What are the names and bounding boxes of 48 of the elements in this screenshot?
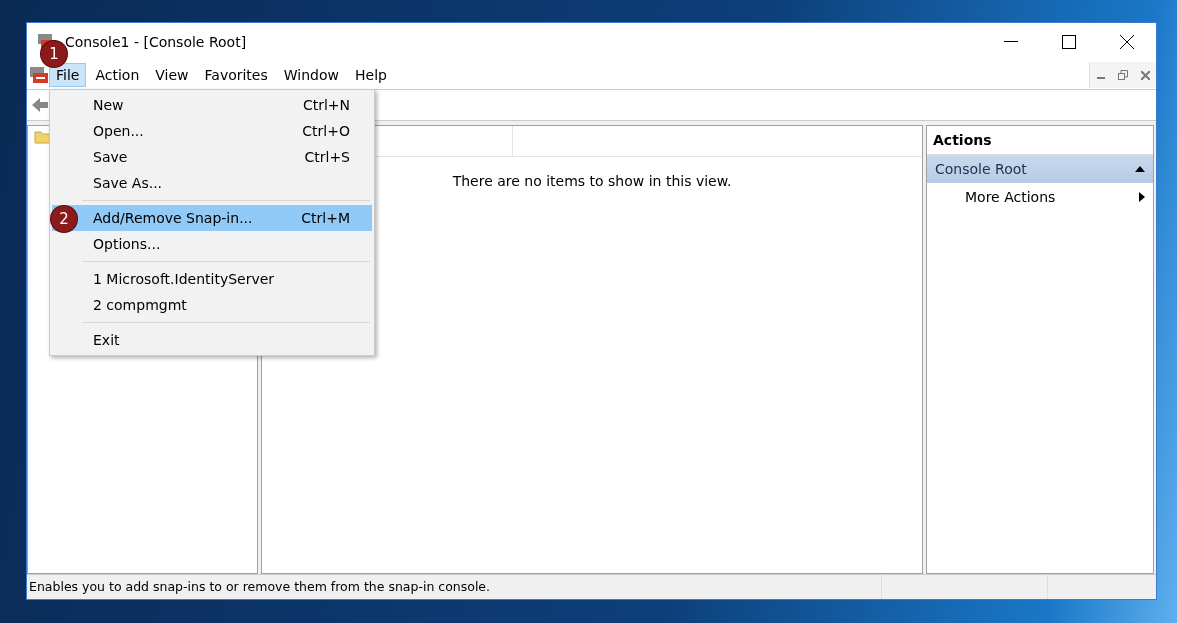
action-label: More Actions (965, 189, 1056, 205)
menu-item[interactable]: Favorites (197, 63, 275, 87)
menu-item[interactable]: View (148, 63, 196, 87)
minimize-icon (1004, 41, 1018, 43)
collapse-caret-icon[interactable] (1135, 166, 1145, 172)
actions-section-header[interactable]: Console Root (927, 155, 1153, 183)
restore-icon (1118, 70, 1128, 80)
section-label: Console Root (935, 161, 1027, 177)
close-icon (1120, 35, 1134, 49)
menu-item[interactable]: File (49, 63, 87, 87)
menu-entry[interactable]: Open... Ctrl+O (52, 118, 372, 144)
entry-label: 2 compmgmt (93, 297, 187, 313)
menu-entry[interactable]: Options... (52, 231, 372, 257)
menu-entry[interactable]: Save Ctrl+S (52, 144, 372, 170)
submenu-arrow-icon (1139, 192, 1145, 202)
entry-label: Exit (93, 332, 120, 348)
shortcut-label: Ctrl+S (304, 149, 350, 165)
menu-item[interactable]: Help (348, 63, 394, 87)
folder-icon (34, 130, 52, 144)
close-icon (1140, 70, 1150, 80)
menu-entry[interactable]: Exit (52, 327, 372, 353)
menu-entry[interactable]: 1 Microsoft.IdentityServer (52, 266, 372, 292)
action-item[interactable]: More Actions (927, 183, 1153, 211)
menu-entry[interactable]: New Ctrl+N (52, 92, 372, 118)
shortcut-label: Ctrl+M (301, 210, 350, 226)
menu-item[interactable]: Action (88, 63, 147, 87)
shortcut-label: Ctrl+O (302, 123, 350, 139)
menu-entry[interactable]: 2 compmgmt (52, 292, 372, 318)
status-text: Enables you to add snap-ins to or remove them from the snap-in console. (28, 578, 492, 596)
close-button[interactable] (1134, 62, 1156, 88)
back-arrow-icon[interactable] (31, 97, 49, 113)
entry-label: Open... (93, 123, 144, 139)
entry-label: Save (93, 149, 128, 165)
shortcut-label: Ctrl+N (302, 97, 350, 113)
step-badge: 2 (51, 206, 77, 232)
entry-label: Save As... (93, 175, 163, 191)
empty-view-message: There are no items to show in this view. (451, 173, 733, 189)
menu-item[interactable]: Window (276, 63, 346, 87)
minimize-button[interactable] (1090, 62, 1112, 88)
entry-label: New (93, 97, 124, 113)
window-title: Console1 - [Console Root] (65, 34, 248, 50)
maximize-icon (1062, 35, 1076, 49)
menu-entry[interactable]: Save As... (52, 170, 372, 196)
toolbox-icon (29, 66, 49, 84)
entry-label: Add/Remove Snap-in... (93, 210, 253, 226)
entry-label: 1 Microsoft.IdentityServer (93, 271, 275, 287)
step-badge: 1 (41, 41, 67, 67)
entry-label: Options... (93, 236, 161, 252)
